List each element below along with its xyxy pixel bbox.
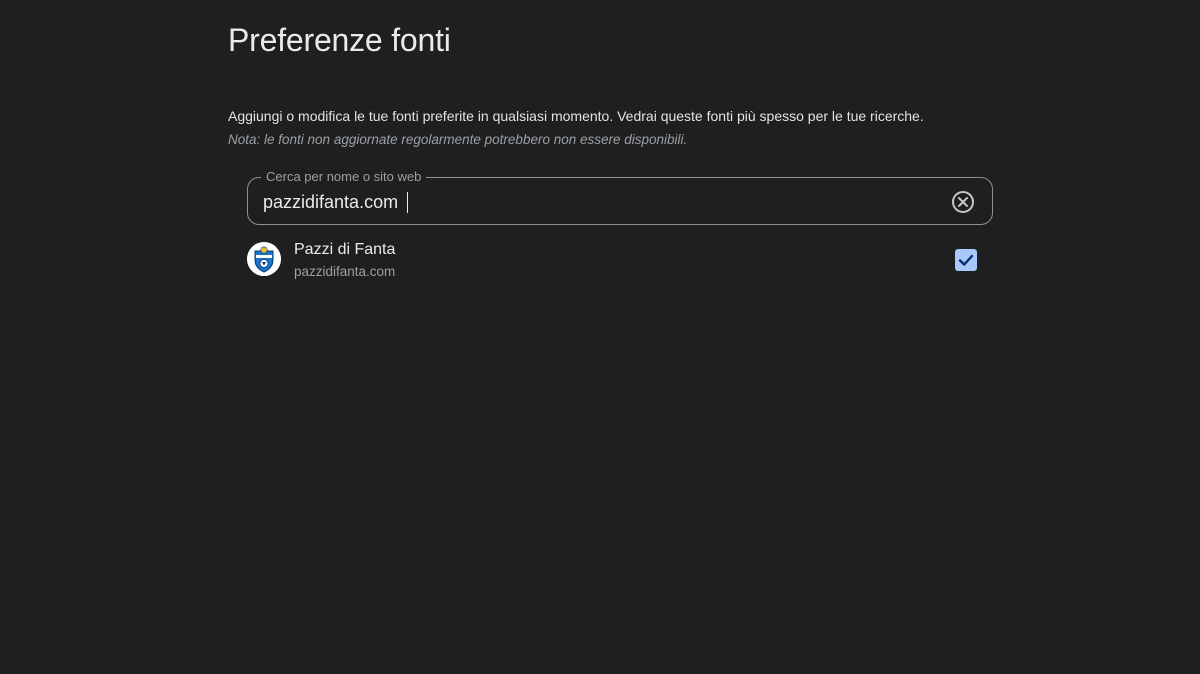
search-field-label: Cerca per nome o sito web — [261, 168, 427, 186]
checkmark-icon — [958, 254, 974, 266]
page-note: Nota: le fonti non aggiornate regolarmen… — [228, 132, 688, 147]
pazzi-di-fanta-logo-icon — [247, 242, 281, 276]
result-domain: pazzidifanta.com — [294, 264, 396, 279]
source-result-row[interactable]: Pazzi di Fanta pazzidifanta.com — [247, 240, 993, 282]
search-field[interactable]: Cerca per nome o sito web — [247, 168, 993, 225]
clear-search-button[interactable] — [951, 190, 975, 214]
cancel-circle-icon — [952, 191, 974, 213]
result-name: Pazzi di Fanta — [294, 241, 396, 258]
search-input[interactable] — [263, 188, 923, 216]
result-checkbox[interactable] — [955, 249, 977, 271]
page-description: Aggiungi o modifica le tue fonti preferi… — [228, 108, 924, 124]
page-title: Preferenze fonti — [228, 22, 451, 58]
source-preferences-page: Preferenze fonti Aggiungi o modifica le … — [0, 0, 1200, 674]
text-cursor — [407, 192, 408, 213]
